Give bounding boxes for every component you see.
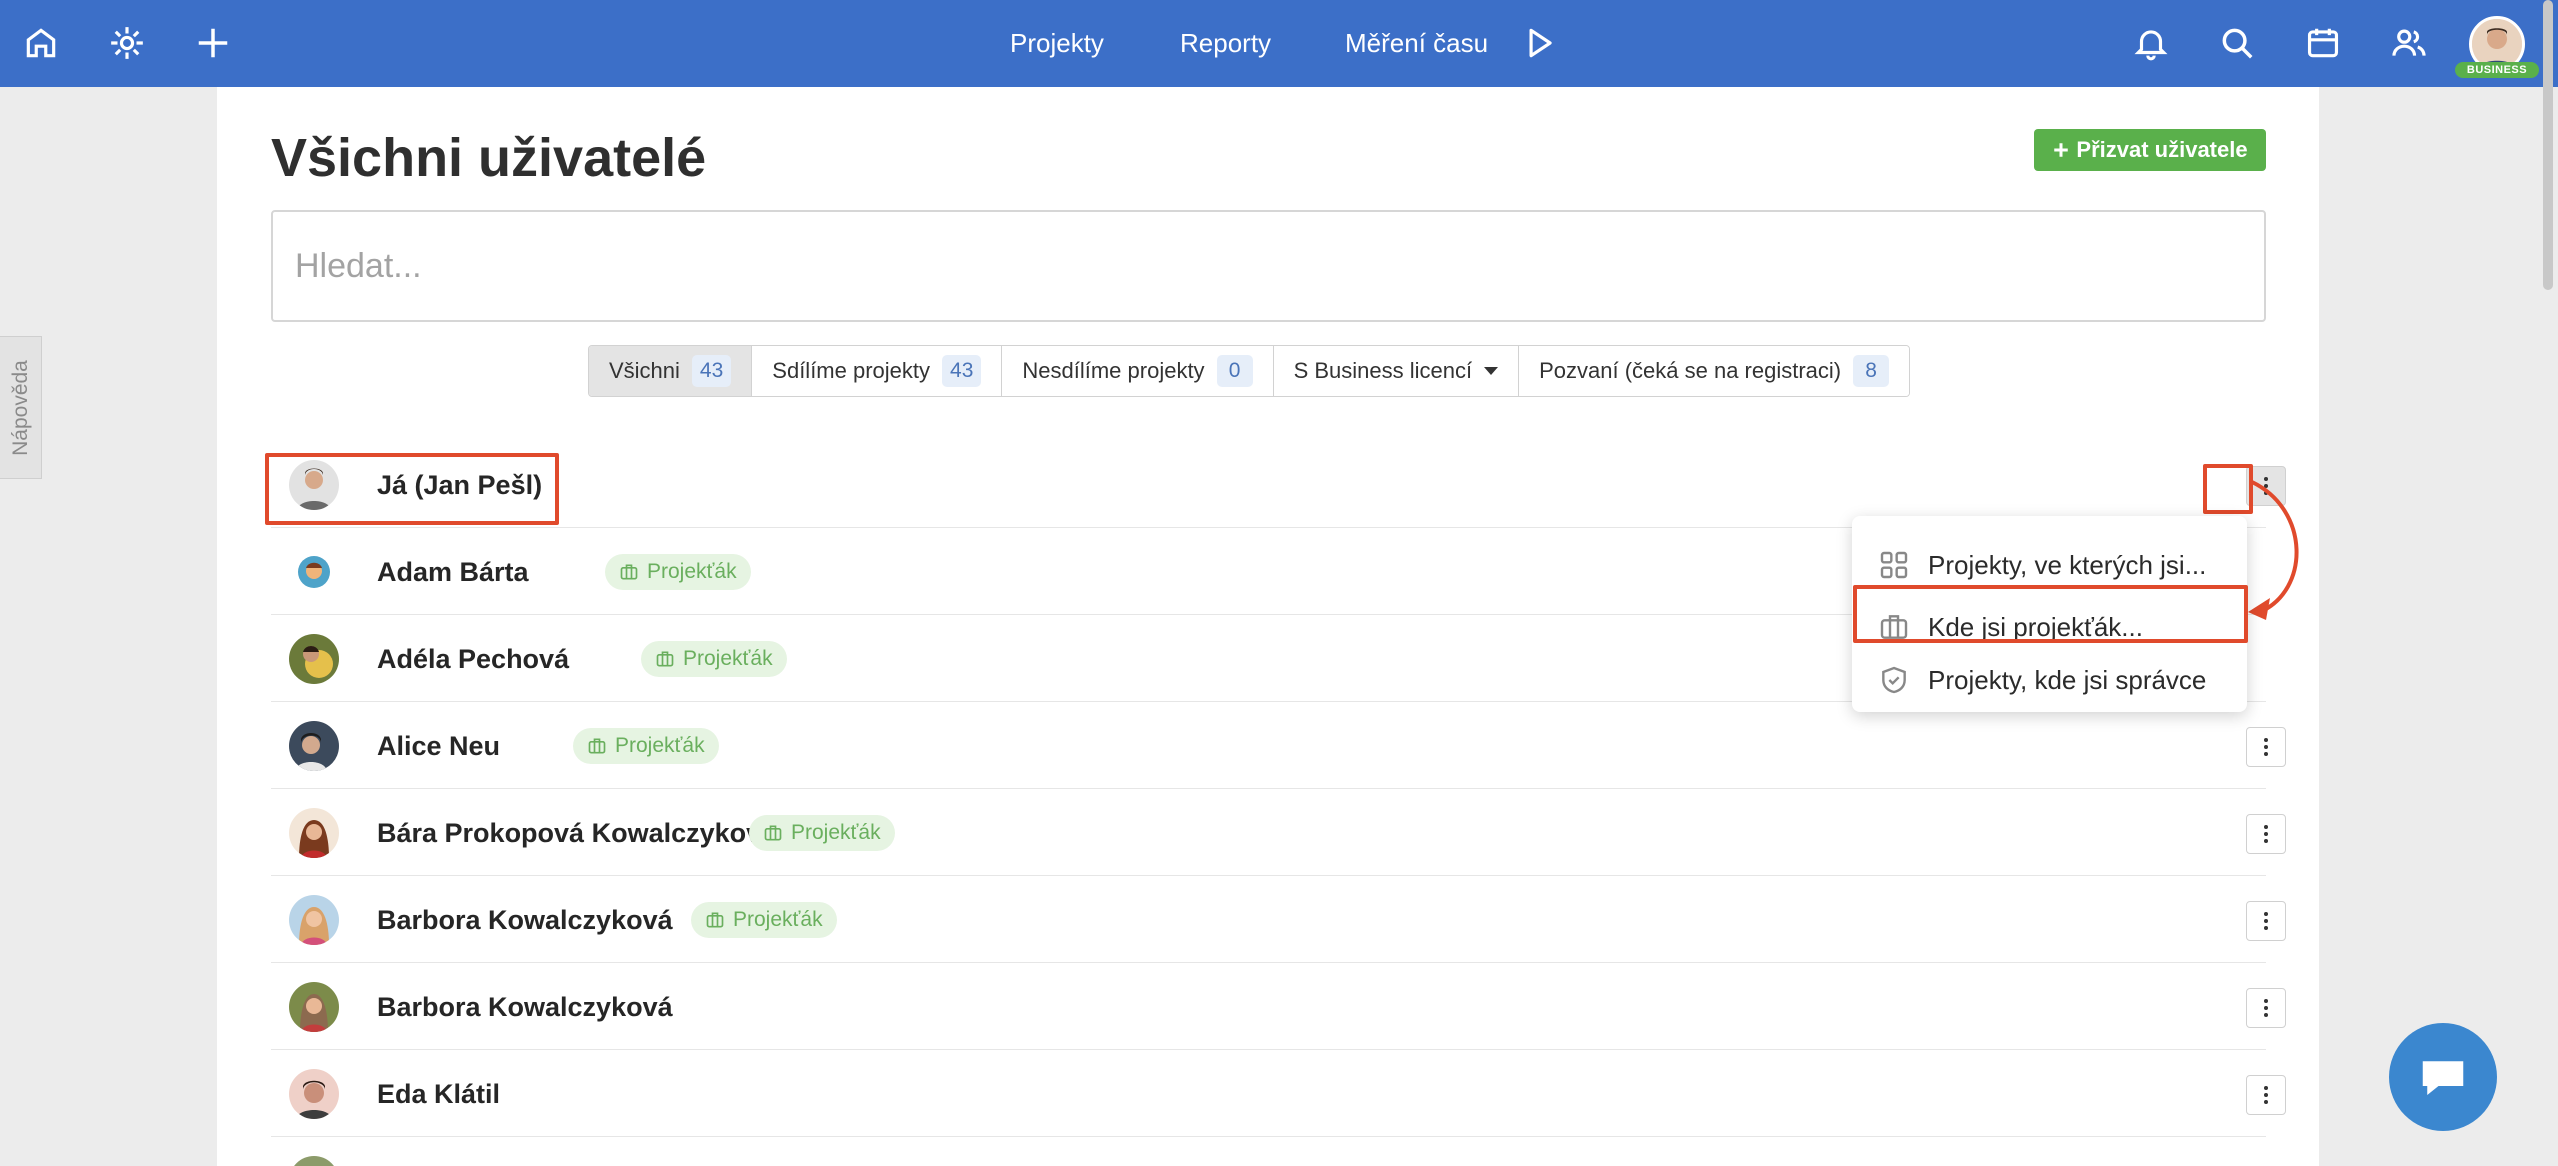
home-icon[interactable]: [18, 20, 64, 66]
role-badge-projektak: Projekťák: [749, 815, 895, 851]
row-menu-button[interactable]: [2246, 727, 2286, 767]
filter-label: Všichni: [609, 358, 680, 383]
search-icon[interactable]: [2214, 20, 2260, 66]
role-badge-label: Projekťák: [647, 560, 737, 583]
bell-icon[interactable]: [2128, 20, 2174, 66]
user-row[interactable]: Alice Neu Projekťák: [271, 702, 2286, 789]
menu-item-label: Projekty, kde jsi správce: [1928, 664, 2207, 695]
menu-item-projekty-kde-jsi-spravce[interactable]: Projekty, kde jsi správce: [1852, 660, 2247, 700]
filter-label: Nesdílíme projekty: [1022, 358, 1205, 383]
filter-count: 0: [1216, 355, 1253, 387]
highlight-current-user: [265, 453, 559, 525]
briefcase-icon: [656, 651, 674, 667]
more-vertical-icon: [2264, 999, 2268, 1017]
more-vertical-icon: [2264, 738, 2268, 756]
chat-button[interactable]: [2389, 1023, 2497, 1131]
annotation-arrow: [2248, 480, 2299, 620]
user-row[interactable]: Barbora Kowalczyková: [271, 963, 2286, 1050]
user-name[interactable]: Barbora Kowalczyková: [377, 992, 673, 1023]
row-menu-button[interactable]: [2246, 1075, 2286, 1115]
briefcase-icon: [706, 912, 724, 928]
avatar: [289, 1156, 339, 1166]
nav-link-mereni-casu[interactable]: Měření času: [1345, 28, 1488, 59]
filter-count: 8: [1853, 355, 1890, 387]
role-badge-label: Projekťák: [733, 908, 823, 931]
row-menu-button[interactable]: [2246, 901, 2286, 941]
avatar: [289, 895, 339, 945]
filter-count: 43: [691, 355, 732, 387]
filter-label: Sdílíme projekty: [772, 358, 931, 383]
search-input[interactable]: [271, 210, 2266, 322]
role-badge-label: Projekťák: [683, 647, 773, 670]
user-row[interactable]: Já (Jan Pešl): [271, 441, 2286, 528]
invite-user-button[interactable]: Přizvat uživatele: [2034, 129, 2266, 171]
user-row[interactable]: Bára Prokopová Kowalczyková Projekťák: [271, 789, 2286, 876]
more-vertical-icon: [2264, 912, 2268, 930]
chat-bubble-icon: [2422, 1061, 2464, 1095]
row-menu-button[interactable]: [2246, 988, 2286, 1028]
user-name[interactable]: Adam Bárta: [377, 557, 529, 588]
user-row[interactable]: Barbora Kowalczyková Projekťák: [271, 876, 2286, 963]
avatar: [289, 1069, 339, 1119]
business-badge: BUSINESS: [2455, 62, 2539, 78]
filter-tabs: Všichni 43 Sdílíme projekty 43 Nesdílíme…: [588, 345, 1911, 397]
more-vertical-icon: [2264, 825, 2268, 843]
users-icon[interactable]: [2386, 20, 2432, 66]
role-badge-projektak: Projekťák: [573, 728, 719, 764]
user-name[interactable]: Barbora Kowalczyková: [377, 905, 673, 936]
help-side-tab[interactable]: Nápověda: [0, 336, 42, 479]
filter-tab-nesdilime-projekty[interactable]: Nesdílíme projekty 0: [1002, 346, 1274, 396]
user-row[interactable]: Eda Klátil: [271, 1050, 2286, 1137]
grid-icon: [1880, 551, 1908, 579]
calendar-icon[interactable]: [2300, 20, 2346, 66]
caret-down-icon: [1484, 367, 1499, 375]
user-row[interactable]: [271, 1137, 2266, 1166]
play-icon[interactable]: [1516, 20, 1562, 66]
settings-icon[interactable]: [104, 20, 150, 66]
row-menu-button[interactable]: [2246, 814, 2286, 854]
filter-tab-sdilime-projekty[interactable]: Sdílíme projekty 43: [752, 346, 1003, 396]
role-badge-projektak: Projekťák: [691, 902, 837, 938]
user-name[interactable]: Eda Klátil: [377, 1079, 500, 1110]
avatar: [289, 982, 339, 1032]
more-vertical-icon: [2264, 1086, 2268, 1104]
invite-user-label: Přizvat uživatele: [2076, 137, 2248, 162]
highlight-menu-item-kde-jsi-projektak: [1853, 585, 2248, 643]
plus-icon[interactable]: [190, 20, 236, 66]
filter-label: S Business licencí: [1293, 358, 1473, 383]
user-name[interactable]: Adéla Pechová: [377, 644, 569, 675]
plus-icon: [2054, 143, 2069, 157]
menu-item-label: Projekty, ve kterých jsi...: [1928, 549, 2207, 580]
avatar: [289, 634, 339, 684]
filter-count: 43: [942, 355, 982, 387]
page-title: Všichni uživatelé: [271, 128, 707, 188]
filter-label: Pozvaní (čeká se na registraci): [1539, 358, 1842, 383]
filter-dropdown-business-licence[interactable]: S Business licencí: [1273, 346, 1520, 396]
briefcase-icon: [588, 738, 606, 754]
user-name[interactable]: Alice Neu: [377, 731, 500, 762]
avatar: [289, 721, 339, 771]
scrollbar-thumb[interactable]: [2543, 0, 2553, 290]
role-badge-projektak: Projekťák: [605, 554, 751, 590]
avatar: [289, 808, 339, 858]
top-navigation-bar: Projekty Reporty Měření času BUSINESS: [0, 0, 2558, 87]
role-badge-projektak: Projekťák: [641, 641, 787, 677]
help-tab-label: Nápověda: [8, 359, 32, 456]
shield-check-icon: [1882, 666, 1906, 694]
user-name[interactable]: Bára Prokopová Kowalczyková: [377, 818, 776, 849]
briefcase-icon: [620, 564, 638, 580]
role-badge-label: Projekťák: [615, 734, 705, 757]
briefcase-icon: [764, 825, 782, 841]
filter-tab-pozvani[interactable]: Pozvaní (čeká se na registraci) 8: [1519, 346, 1910, 396]
filter-tab-vsichni[interactable]: Všichni 43: [589, 346, 753, 396]
avatar: [289, 547, 339, 597]
role-badge-label: Projekťák: [791, 821, 881, 844]
nav-link-projekty[interactable]: Projekty: [1010, 28, 1104, 59]
nav-link-reporty[interactable]: Reporty: [1180, 28, 1271, 59]
